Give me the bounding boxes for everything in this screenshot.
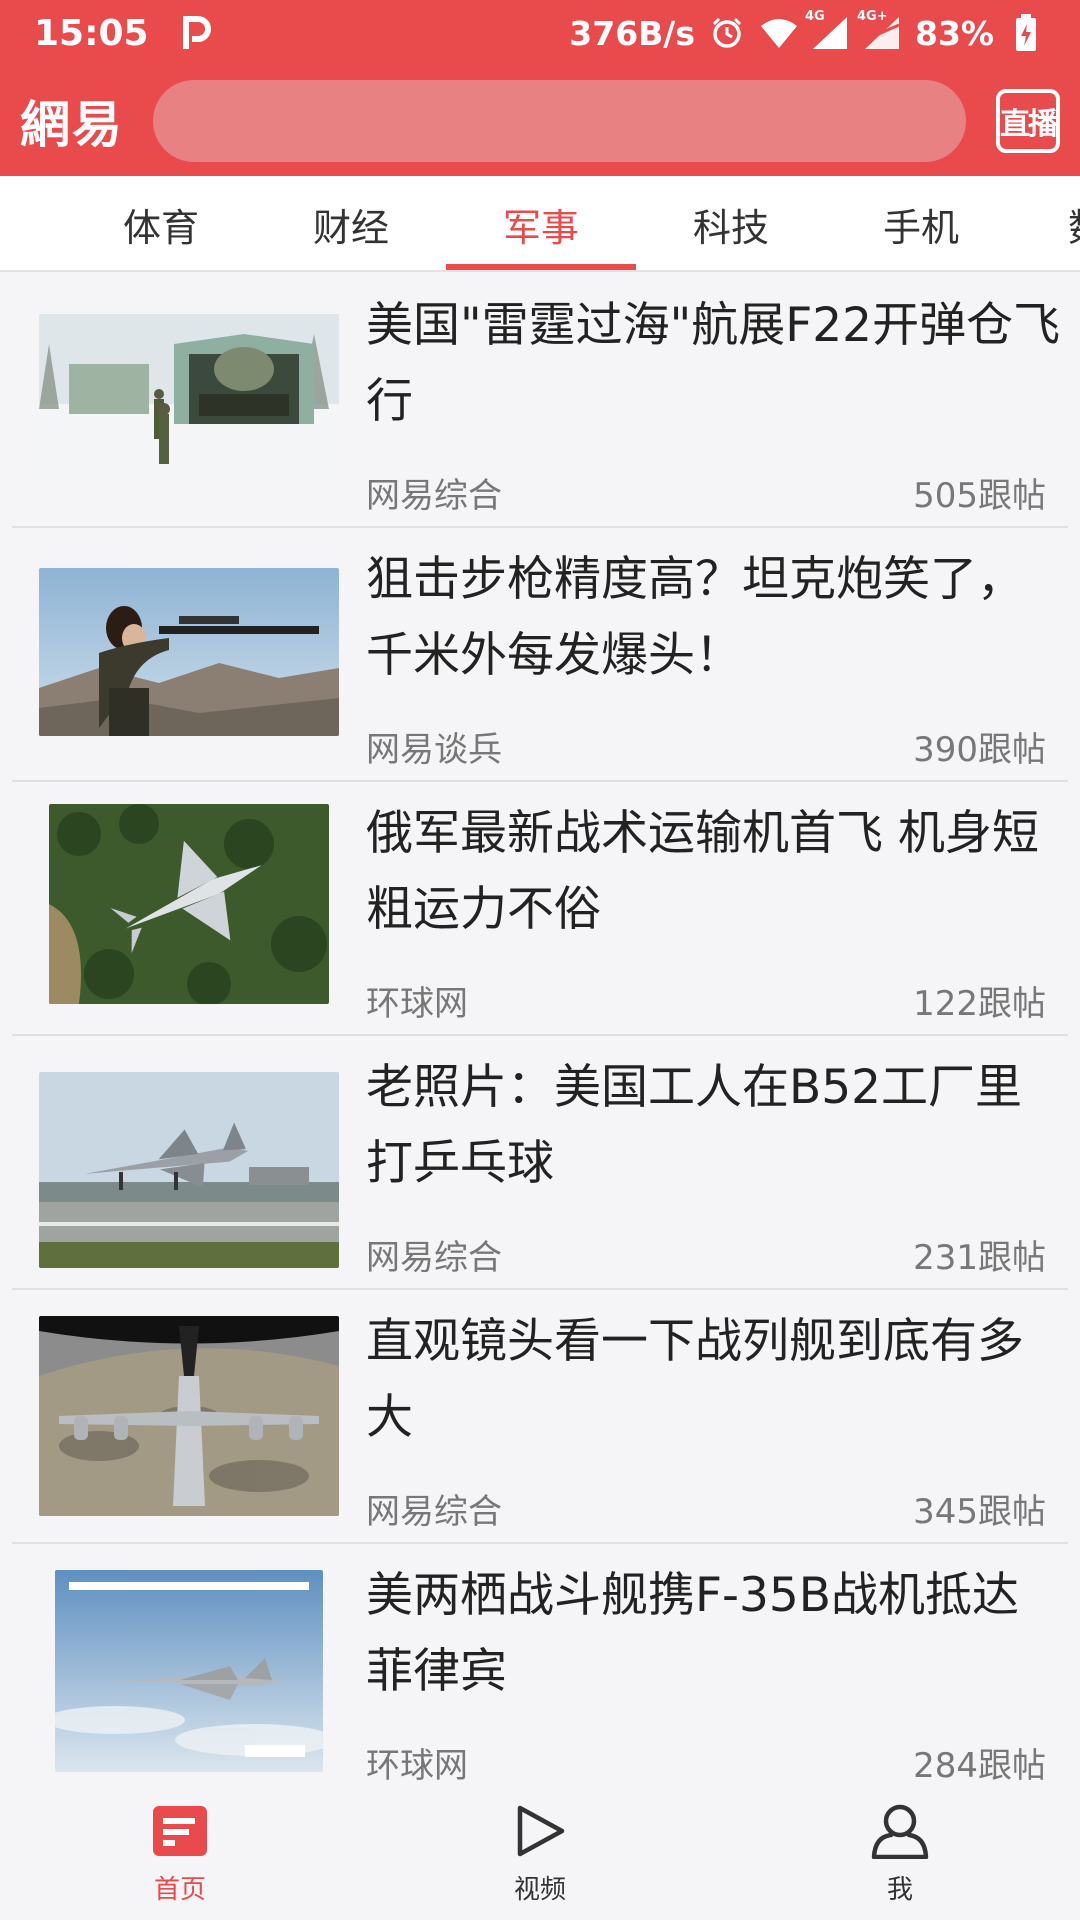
news-source: 网易综合 [366, 476, 502, 516]
news-item[interactable]: 美两栖战斗舰携F-35B战机抵达菲律宾 环球网 284跟帖 [12, 1544, 1068, 1794]
news-thumbnail [39, 568, 339, 736]
news-thumbnail [39, 1072, 339, 1268]
comment-count[interactable]: 122跟帖 [913, 976, 1046, 1025]
tab-digital[interactable]: 数 [1016, 176, 1080, 270]
battery-icon [1006, 13, 1046, 53]
news-item[interactable]: 俄军最新战术运输机首飞 机身短粗运力不俗 环球网 122跟帖 [12, 782, 1068, 1036]
network-type-2: 4G+ [857, 9, 888, 24]
network-type-1: 4G [805, 9, 825, 24]
news-title[interactable]: 俄军最新战术运输机首飞 机身短粗运力不俗 [366, 796, 1066, 948]
bottom-navigation: 首页 视频 我 [0, 1794, 1080, 1920]
category-tabs: 乐 体育 财经 军事 科技 手机 数 [0, 176, 1080, 272]
search-input[interactable] [153, 80, 966, 162]
nav-home-label: 首页 [153, 1875, 206, 1905]
net-speed: 376B/s [569, 13, 695, 53]
news-item[interactable]: 狙击步枪精度高？坦克炮笑了，千米外每发爆头！ 网易谈兵 390跟帖 [12, 528, 1068, 782]
news-thumbnail [55, 1570, 323, 1772]
nav-video-label: 视频 [513, 1875, 566, 1905]
status-right: 376B/s 4G 4G+ 83% [569, 9, 1046, 53]
home-news-icon [150, 1801, 210, 1861]
news-source: 网易谈兵 [366, 730, 502, 770]
tab-entertainment[interactable]: 乐 [0, 176, 24, 270]
news-item[interactable]: 美国"雷霆过海"航展F22开弹仓飞行 网易综合 505跟帖 [12, 274, 1068, 528]
play-icon [510, 1801, 570, 1861]
netease-logo: 網易 [20, 96, 124, 154]
comment-count[interactable]: 284跟帖 [913, 1738, 1046, 1787]
signal-4gplus-icon: 4G+ [857, 9, 903, 53]
news-title[interactable]: 狙击步枪精度高？坦克炮笑了，千米外每发爆头！ [366, 542, 1066, 694]
tab-mobile[interactable]: 手机 [826, 176, 1016, 270]
news-item[interactable]: 直观镜头看一下战列舰到底有多大 网易综合 345跟帖 [12, 1290, 1068, 1544]
tab-finance[interactable]: 财经 [256, 176, 446, 270]
p-notification-icon [179, 13, 215, 53]
news-item[interactable]: 老照片：美国工人在B52工厂里打乒乓球 网易综合 231跟帖 [12, 1036, 1068, 1290]
news-source: 环球网 [366, 984, 468, 1024]
news-thumbnail [49, 804, 329, 1004]
comment-count[interactable]: 390跟帖 [913, 722, 1046, 771]
live-button[interactable]: 直播 [996, 89, 1060, 153]
tab-military[interactable]: 军事 [446, 176, 636, 270]
news-title[interactable]: 直观镜头看一下战列舰到底有多大 [366, 1304, 1066, 1456]
tab-technology[interactable]: 科技 [636, 176, 826, 270]
active-tab-indicator [446, 264, 636, 270]
app-header: 網易 直播 [0, 66, 1080, 176]
news-source: 环球网 [366, 1746, 468, 1786]
nav-home[interactable]: 首页 [0, 1794, 360, 1920]
news-source: 网易综合 [366, 1238, 502, 1278]
comment-count[interactable]: 231跟帖 [913, 1230, 1046, 1279]
wifi-icon [759, 13, 799, 53]
user-icon [870, 1801, 930, 1861]
comment-count[interactable]: 505跟帖 [913, 468, 1046, 517]
tab-sports[interactable]: 体育 [66, 176, 256, 270]
comment-count[interactable]: 345跟帖 [913, 1484, 1046, 1533]
battery-percent: 83% [915, 13, 994, 53]
news-thumbnail [39, 314, 339, 482]
signal-4g-icon: 4G [805, 9, 851, 53]
status-time: 15:05 [34, 12, 149, 54]
news-title[interactable]: 美两栖战斗舰携F-35B战机抵达菲律宾 [366, 1558, 1066, 1710]
news-title[interactable]: 美国"雷霆过海"航展F22开弹仓飞行 [366, 288, 1066, 440]
nav-me-label: 我 [886, 1875, 913, 1905]
nav-video[interactable]: 视频 [360, 1794, 720, 1920]
news-thumbnail [39, 1316, 339, 1516]
news-feed[interactable]: 美国"雷霆过海"航展F22开弹仓飞行 网易综合 505跟帖 狙击步枪精度高？坦克… [0, 274, 1080, 1794]
news-source: 网易综合 [366, 1492, 502, 1532]
status-bar: 15:05 376B/s 4G 4G+ 83% [0, 0, 1080, 66]
nav-me[interactable]: 我 [720, 1794, 1080, 1920]
alarm-icon [707, 13, 747, 53]
news-title[interactable]: 老照片：美国工人在B52工厂里打乒乓球 [366, 1050, 1066, 1202]
